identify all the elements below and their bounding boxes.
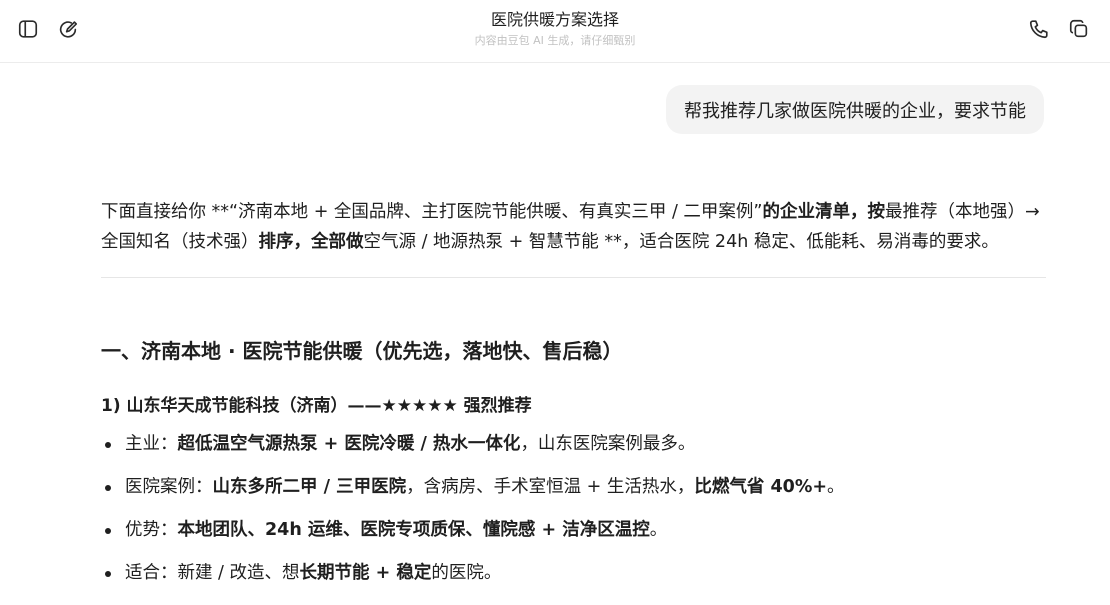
bullet-bold: 长期节能 + 稳定 xyxy=(299,563,432,583)
list-item: 适合：新建 / 改造、想长期节能 + 稳定的医院。 xyxy=(101,562,1046,605)
phone-icon[interactable] xyxy=(1026,16,1052,42)
intro-bold-1: 的企业清单，按 xyxy=(762,202,886,222)
list-item: 医院案例：山东多所二甲 / 三甲医院，含病房、手术室恒温 + 生活热水，比燃气省… xyxy=(101,476,1046,519)
bullet-text: ，含病房、手术室恒温 + 生活热水， xyxy=(406,477,695,497)
intro-text-1: 下面直接给你 **“济南本地 + 全国品牌、主打医院节能供暖、有真实三甲 / 二… xyxy=(101,202,763,222)
ai-disclaimer: 内容由豆包 AI 生成，请仔细甄别 xyxy=(474,34,636,47)
bullet-label: 适合：新建 / 改造、想 xyxy=(125,563,300,583)
answer-intro: 下面直接给你 **“济南本地 + 全国品牌、主打医院节能供暖、有真实三甲 / 二… xyxy=(101,197,1046,257)
list-item: 主业：超低温空气源热泵 + 医院冷暖 / 热水一体化，山东医院案例最多。 xyxy=(101,433,1046,476)
bullet-text-2: 。 xyxy=(827,477,845,497)
top-bar: 医院供暖方案选择 内容由豆包 AI 生成，请仔细甄别 xyxy=(0,0,1110,63)
company-heading: 1) 山东华天成节能科技（济南）——★★★★★ 强烈推荐 xyxy=(101,396,532,416)
bullet-bold: 本地团队、24h 运维、医院专项质保、懂院感 + 洁净区温控 xyxy=(177,520,650,540)
user-message-bubble: 帮我推荐几家做医院供暖的企业，要求节能 xyxy=(666,85,1044,134)
chat-title-area: 医院供暖方案选择 内容由豆包 AI 生成，请仔细甄别 xyxy=(0,10,1110,49)
bullet-text: ，山东医院案例最多。 xyxy=(520,434,696,454)
bullet-text: 。 xyxy=(649,520,668,540)
bullet-label: 主业： xyxy=(125,434,178,454)
copy-icon[interactable] xyxy=(1066,16,1092,42)
company-details-list: 主业：超低温空气源热泵 + 医院冷暖 / 热水一体化，山东医院案例最多。 医院案… xyxy=(101,433,1046,605)
intro-bold-2: 排序，全部做 xyxy=(258,232,364,252)
bullet-label: 优势： xyxy=(125,520,178,540)
section-divider xyxy=(101,277,1046,278)
bullet-text: 的医院。 xyxy=(431,563,502,583)
bullet-bold: 山东多所二甲 / 三甲医院 xyxy=(212,477,407,497)
intro-text-3: 空气源 / 地源热泵 + 智慧节能 **，适合医院 24h 稳定、低能耗、易消毒… xyxy=(363,232,999,252)
bullet-bold: 超低温空气源热泵 + 医院冷暖 / 热水一体化 xyxy=(177,434,521,454)
bullet-label: 医院案例： xyxy=(125,477,213,497)
bullet-bold-2: 比燃气省 40%+ xyxy=(694,477,828,497)
section-heading: 一、济南本地 · 医院节能供暖（优先选，落地快、售后稳） xyxy=(101,339,623,363)
assistant-answer: 下面直接给你 **“济南本地 + 全国品牌、主打医院节能供暖、有真实三甲 / 二… xyxy=(101,197,1046,583)
list-item: 优势：本地团队、24h 运维、医院专项质保、懂院感 + 洁净区温控。 xyxy=(101,519,1046,562)
page-title: 医院供暖方案选择 xyxy=(490,10,619,29)
